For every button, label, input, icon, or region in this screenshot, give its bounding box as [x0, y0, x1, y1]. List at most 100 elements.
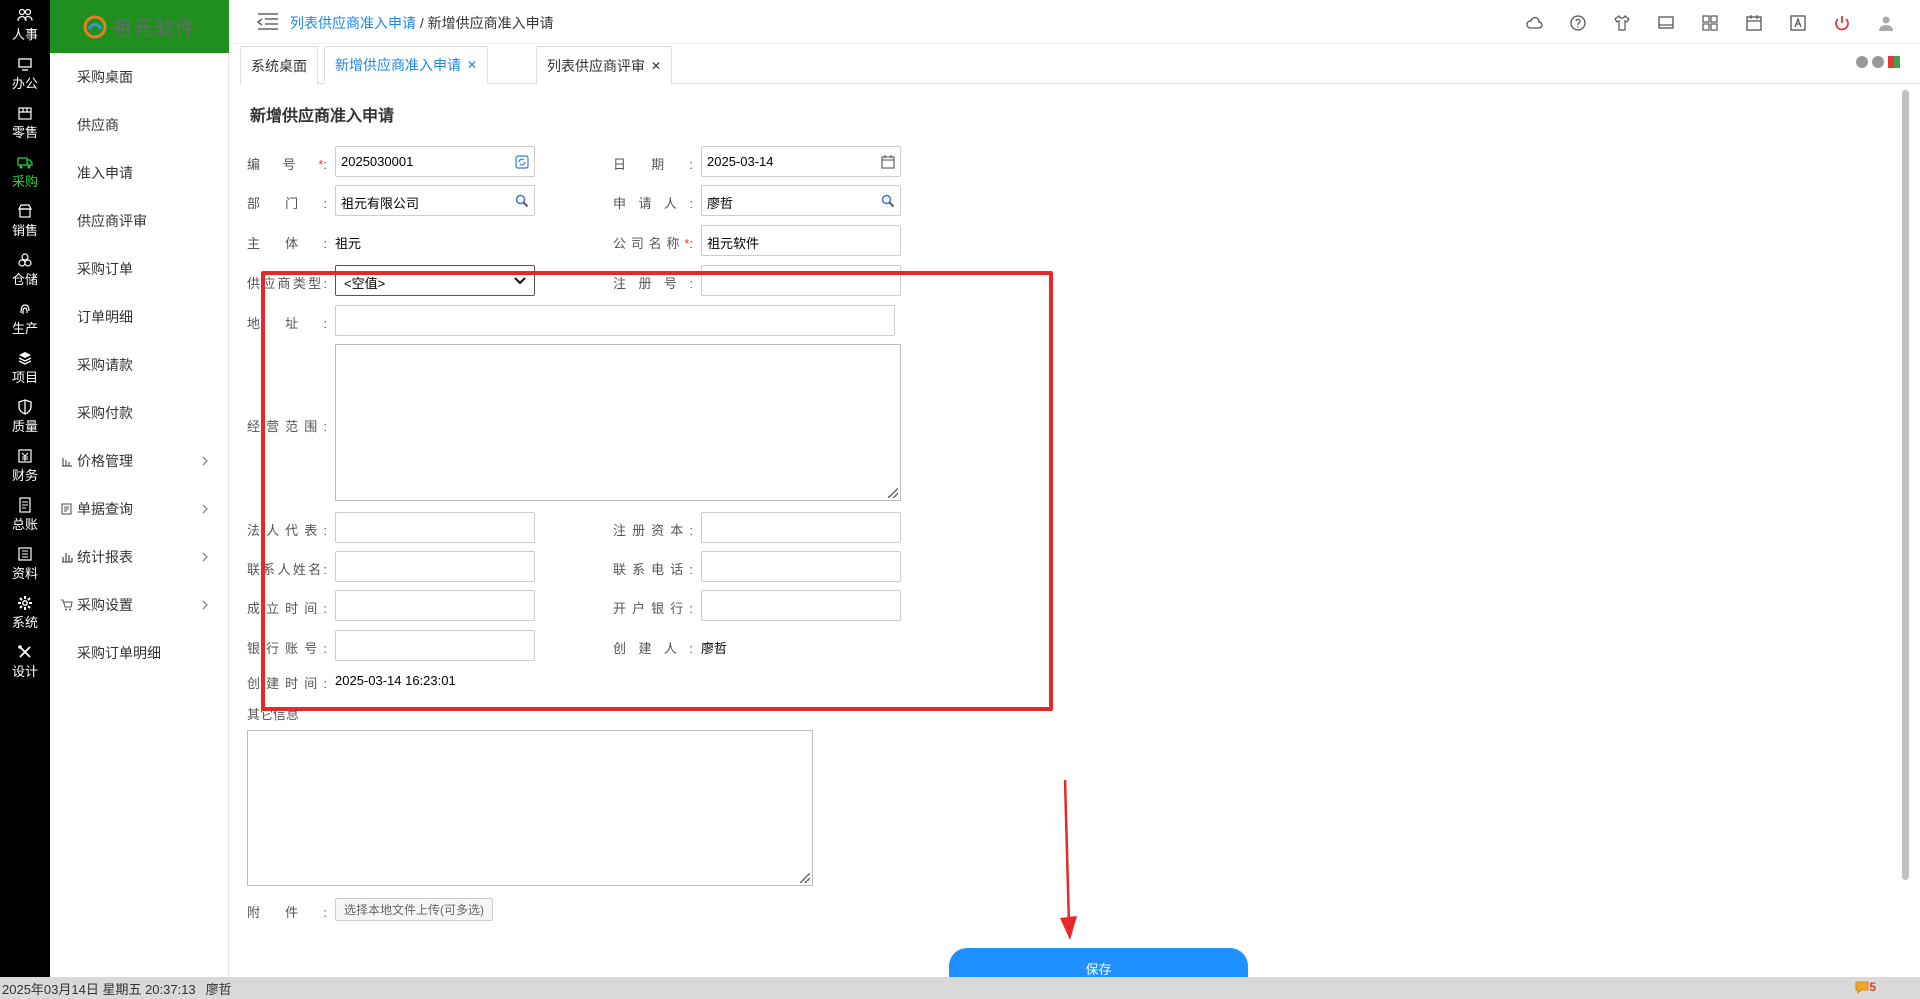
module-office[interactable]: 办公 [0, 49, 50, 98]
submenu-item-label: 供应商评审 [77, 213, 147, 229]
code-label: 编号*: [247, 157, 327, 172]
upload-button[interactable]: 选择本地文件上传(可多选) [335, 898, 493, 921]
scrollbar[interactable] [1900, 90, 1910, 970]
gear-icon [18, 595, 32, 610]
desktop-button[interactable] [1644, 12, 1688, 34]
module-sales[interactable]: 销售 [0, 196, 50, 245]
tshirt-icon [1614, 15, 1630, 31]
user-button[interactable] [1864, 12, 1908, 34]
submenu-item-order[interactable]: 采购订单 [50, 245, 228, 293]
module-production[interactable]: 生产 [0, 294, 50, 343]
applicant-input[interactable]: 廖哲 [701, 185, 901, 216]
submenu-item-request-payment[interactable]: 采购请款 [50, 341, 228, 389]
search-icon[interactable] [514, 193, 530, 209]
message-icon [1855, 981, 1869, 994]
submenu-item-label: 供应商 [77, 117, 119, 133]
logo-icon [83, 15, 106, 38]
power-icon [1835, 16, 1849, 31]
submenu-item-label: 采购请款 [77, 357, 133, 373]
tab-label: 新增供应商准入申请 [335, 56, 461, 73]
fingerprint-icon [20, 303, 30, 314]
submenu-item-payment[interactable]: 采购付款 [50, 389, 228, 437]
close-icon[interactable]: ✕ [467, 58, 477, 72]
calendar-icon[interactable] [880, 154, 896, 170]
cloud-button[interactable] [1512, 12, 1556, 34]
tab-next-icon[interactable] [1872, 56, 1884, 68]
help-button[interactable] [1556, 12, 1600, 34]
status-bar: 2025年03月14日 星期五 20:37:13 廖哲 5 [0, 977, 1920, 999]
calendar-button[interactable] [1732, 12, 1776, 34]
dept-input[interactable]: 祖元有限公司 [335, 185, 535, 216]
tab-desktop[interactable]: 系统桌面 [240, 46, 318, 84]
document-icon [61, 503, 72, 515]
notification-badge[interactable]: 5 [1855, 980, 1876, 994]
module-ledger[interactable]: 总账 [0, 490, 50, 539]
module-system[interactable]: 系统 [0, 588, 50, 637]
module-purchase[interactable]: 采购 [0, 147, 50, 196]
layers-icon [18, 351, 32, 365]
tab-new-admission[interactable]: 新增供应商准入申请 ✕ [324, 46, 489, 84]
tab-review-list[interactable]: 列表供应商评审 ✕ [536, 46, 673, 84]
submenu-group-label: 统计报表 [77, 549, 133, 565]
company-label: 公司名称*: [613, 236, 693, 251]
annotation-arrow-icon [1060, 780, 1077, 940]
module-retail[interactable]: 零售 [0, 98, 50, 147]
submenu-item-admission[interactable]: 准入申请 [50, 149, 228, 197]
tab-menu-icon[interactable] [1888, 56, 1900, 68]
logout-button[interactable] [1820, 12, 1864, 34]
date-input[interactable]: 2025-03-14 [701, 146, 901, 177]
font-button[interactable] [1776, 12, 1820, 34]
module-quality[interactable]: 质量 [0, 392, 50, 441]
module-label: 仓储 [11, 271, 38, 287]
theme-button[interactable] [1600, 12, 1644, 34]
refresh-code-icon[interactable] [514, 154, 530, 170]
submenu-item-order-detail-list[interactable]: 采购订单明细 [50, 629, 228, 677]
submenu-item-review[interactable]: 供应商评审 [50, 197, 228, 245]
status-datetime: 2025年03月14日 星期五 20:37:13 [2, 981, 196, 997]
menu-collapse-icon[interactable] [256, 11, 280, 33]
help-icon [1570, 15, 1586, 31]
boxes-icon [18, 252, 32, 267]
submenu-group-reports[interactable]: 统计报表 [50, 533, 228, 581]
module-data[interactable]: 资料 [0, 539, 50, 588]
submenu-item-desktop[interactable]: 采购桌面 [50, 53, 228, 101]
tab-bar: 系统桌面 新增供应商准入申请 ✕ 列表供应商评审 ✕ [240, 46, 1920, 84]
chevron-right-icon [202, 600, 208, 610]
module-design[interactable]: 设计 [0, 637, 50, 686]
submenu-item-order-detail[interactable]: 订单明细 [50, 293, 228, 341]
tools-icon [18, 644, 31, 658]
module-label: 项目 [11, 369, 38, 385]
module-hr[interactable]: 人事 [0, 0, 50, 49]
tab-prev-icon[interactable] [1856, 56, 1868, 68]
toolbar [1512, 12, 1908, 34]
submenu-item-supplier[interactable]: 供应商 [50, 101, 228, 149]
apps-button[interactable] [1688, 12, 1732, 34]
module-warehouse[interactable]: 仓储 [0, 245, 50, 294]
breadcrumb-link[interactable]: 列表供应商准入申请 [290, 15, 416, 31]
grid-icon [1702, 15, 1718, 31]
ledger-icon [19, 496, 31, 513]
font-icon [1790, 15, 1806, 31]
cart-icon [61, 599, 73, 611]
company-input[interactable]: 祖元软件 [701, 225, 901, 256]
submenu-group-query[interactable]: 单据查询 [50, 485, 228, 533]
module-project[interactable]: 项目 [0, 343, 50, 392]
purchase-submenu: 采购桌面 供应商 准入申请 供应商评审 采购订单 订单明细 采购请款 采购付款 … [50, 53, 229, 977]
scrollbar-thumb[interactable] [1902, 90, 1909, 880]
module-label: 人事 [11, 26, 38, 42]
subject-label: 主体: [247, 236, 327, 251]
top-bar: 列表供应商准入申请 / 新增供应商准入申请 [229, 0, 1920, 44]
submenu-group-settings[interactable]: 采购设置 [50, 581, 228, 629]
chevron-right-icon [202, 552, 208, 562]
other-info-textarea[interactable] [247, 730, 813, 886]
date-label: 日期: [613, 157, 693, 172]
close-icon[interactable]: ✕ [651, 59, 661, 73]
module-finance[interactable]: 财务 [0, 441, 50, 490]
submenu-group-price[interactable]: 价格管理 [50, 437, 228, 485]
notification-count: 5 [1869, 980, 1876, 994]
code-input[interactable]: 2025030001 [335, 146, 535, 177]
search-icon[interactable] [880, 193, 896, 209]
submenu-item-label: 采购桌面 [77, 69, 133, 85]
app-logo[interactable]: 祖元软件 [50, 0, 229, 53]
tab-label: 系统桌面 [251, 57, 307, 74]
